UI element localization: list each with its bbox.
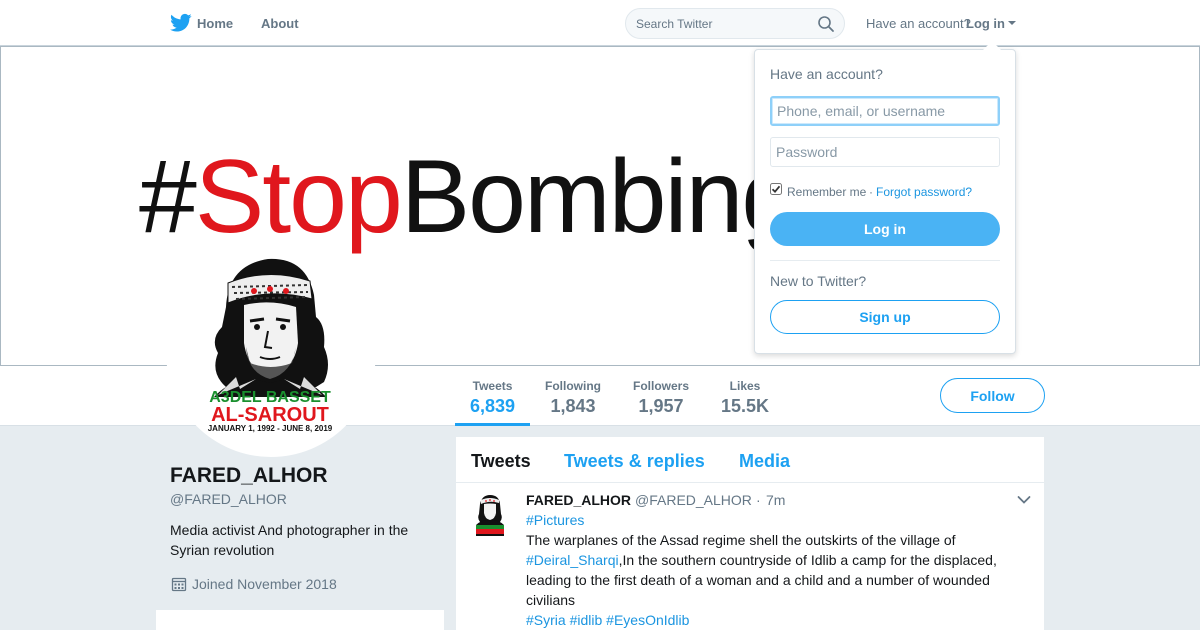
top-navigation-bar: Home About Have an account? Log in xyxy=(0,0,1200,46)
hashtag-idlib[interactable]: #idlib xyxy=(570,612,603,628)
profile-name[interactable]: FARED_ALHOR xyxy=(170,464,328,488)
banner-hash: # xyxy=(139,139,197,255)
new-to-twitter-text: New to Twitter? xyxy=(770,273,867,289)
profile-bio: Media activist And photographer in the S… xyxy=(170,522,409,558)
tweet-author-avatar[interactable] xyxy=(472,494,508,538)
stat-following-value: 1,843 xyxy=(550,396,596,416)
twitter-bird-icon[interactable] xyxy=(170,13,192,33)
password-field[interactable] xyxy=(770,137,1000,167)
hashtag-pictures[interactable]: #Pictures xyxy=(526,512,584,528)
stat-tweets-value: 6,839 xyxy=(470,396,516,416)
remember-me-checkbox[interactable] xyxy=(770,183,782,195)
signup-button[interactable]: Sign up xyxy=(770,300,1000,334)
have-account-text: Have an account? xyxy=(866,16,971,31)
profile-handle[interactable]: @FARED_ALHOR xyxy=(170,491,287,507)
avatar-line3: JANUARY 1, 1992 - JUNE 8, 2019 xyxy=(208,424,333,433)
forgot-password-link[interactable]: Forgot password? xyxy=(876,185,972,199)
avatar-portrait-illustration: A3DEL BASSET AL-SAROUT JANUARY 1, 1992 -… xyxy=(208,258,333,433)
dropdown-arrow xyxy=(983,41,1001,50)
joined-date: Joined November 2018 xyxy=(192,576,337,592)
tab-tweets[interactable]: Tweets xyxy=(471,451,531,472)
active-stat-underline xyxy=(455,423,530,426)
stat-likes-label: Likes xyxy=(729,379,761,393)
stat-likes-value: 15.5K xyxy=(721,396,770,416)
tweet-text-part1: The warplanes of the Assad regime shell … xyxy=(526,532,956,548)
hashtag-deiral-sharqi[interactable]: #Deiral_Sharqi xyxy=(526,552,619,568)
stat-tweets-label: Tweets xyxy=(472,379,513,393)
timeline: Tweets Tweets & replies Media FARED_ALHO… xyxy=(456,437,1044,630)
search-box[interactable] xyxy=(625,8,845,39)
dropdown-separator: · xyxy=(869,185,873,199)
stat-likes[interactable]: Likes 15.5K xyxy=(721,379,769,417)
hashtag-syria[interactable]: #Syria xyxy=(526,612,566,628)
chevron-down-icon[interactable] xyxy=(1017,495,1031,505)
follow-button[interactable]: Follow xyxy=(940,378,1045,413)
timeline-tabs: Tweets Tweets & replies Media xyxy=(456,437,1044,483)
tweet-text: #Pictures The warplanes of the Assad reg… xyxy=(526,510,1006,630)
nav-home-link[interactable]: Home xyxy=(197,16,233,31)
dropdown-divider xyxy=(770,260,1000,261)
nav-about-link[interactable]: About xyxy=(261,16,299,31)
tab-tweets-and-replies[interactable]: Tweets & replies xyxy=(564,451,705,472)
sidebar-card xyxy=(156,610,444,630)
stat-following[interactable]: Following 1,843 xyxy=(545,379,601,417)
hashtag-eyesonidlib[interactable]: #EyesOnIdlib xyxy=(606,612,689,628)
tweet-timestamp[interactable]: 7m xyxy=(766,492,785,508)
remember-me-label[interactable]: Remember me xyxy=(787,185,866,199)
login-dropdown: Have an account? Remember me · Forgot pa… xyxy=(754,49,1016,354)
stat-followers[interactable]: Followers 1,957 xyxy=(633,379,689,417)
stat-followers-value: 1,957 xyxy=(638,396,684,416)
tweet-author-handle[interactable]: @FARED_ALHOR xyxy=(635,492,752,508)
tweet-separator: · xyxy=(756,492,761,508)
search-input[interactable] xyxy=(636,15,806,33)
caret-down-icon[interactable] xyxy=(1008,21,1016,25)
username-field[interactable] xyxy=(770,96,1000,126)
login-button[interactable]: Log in xyxy=(770,212,1000,246)
stat-following-label: Following xyxy=(545,379,601,393)
banner-red-word: Stop xyxy=(194,139,403,255)
tab-media[interactable]: Media xyxy=(739,451,790,472)
dropdown-title: Have an account? xyxy=(770,66,883,82)
stat-followers-label: Followers xyxy=(633,379,690,393)
tweet-author-name[interactable]: FARED_ALHOR xyxy=(526,492,631,508)
profile-avatar[interactable]: A3DEL BASSET AL-SAROUT JANUARY 1, 1992 -… xyxy=(166,247,376,457)
stat-tweets[interactable]: Tweets 6,839 xyxy=(470,379,515,417)
calendar-icon xyxy=(171,577,187,592)
avatar-line2: AL-SAROUT xyxy=(211,404,329,426)
search-icon[interactable] xyxy=(817,15,835,33)
login-dropdown-toggle[interactable]: Log in xyxy=(966,16,1005,31)
